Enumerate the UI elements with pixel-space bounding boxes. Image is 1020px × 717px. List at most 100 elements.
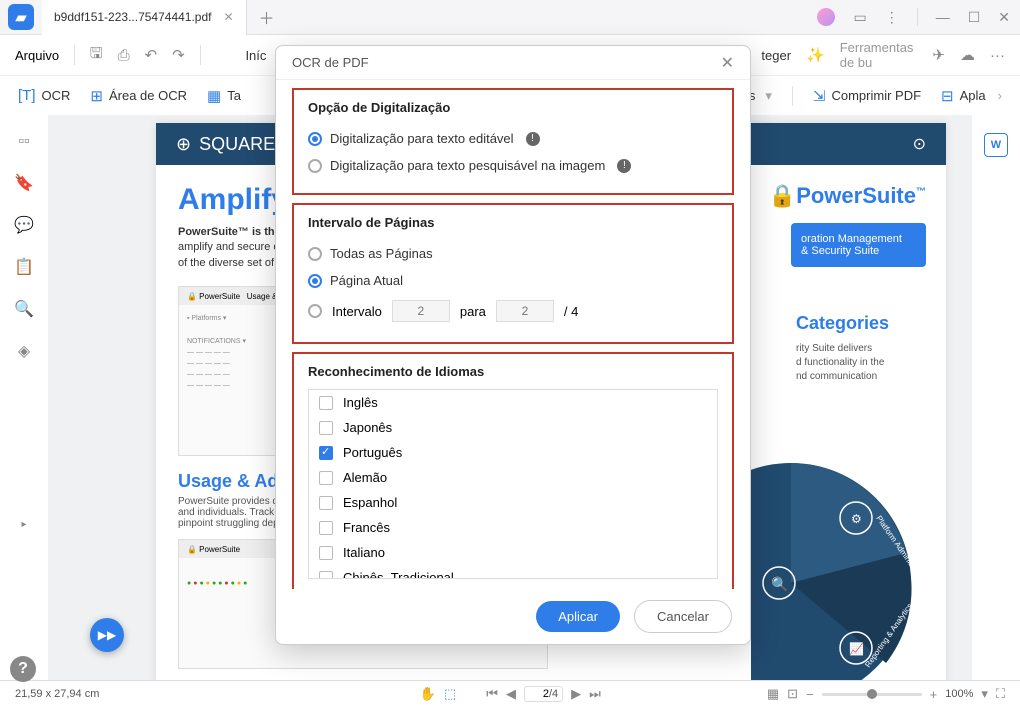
last-page-icon[interactable]: ⏭	[589, 686, 601, 702]
cloud-icon[interactable]: ☁	[960, 46, 975, 64]
zoom-out-icon[interactable]: −	[806, 687, 814, 702]
checkbox-icon	[319, 496, 333, 510]
all-pages-radio[interactable]: Todas as Páginas	[308, 240, 718, 267]
svg-text:📈: 📈	[849, 642, 864, 656]
scan-searchable-radio[interactable]: Digitalização para texto pesquisável na …	[308, 152, 718, 179]
radio-label: Página Atual	[330, 273, 403, 288]
hand-tool-icon[interactable]: ✋	[420, 686, 436, 702]
next-page-icon[interactable]: ▶	[571, 686, 581, 702]
first-page-icon[interactable]: ⏮	[486, 686, 498, 702]
undo-icon[interactable]: ↶	[145, 46, 158, 64]
redo-icon[interactable]: ↷	[172, 46, 185, 64]
compress-label: Comprimir PDF	[831, 88, 921, 103]
svg-text:⚙: ⚙	[851, 512, 862, 526]
language-item[interactable]: Inglês	[309, 390, 717, 415]
tab-ai-tools[interactable]: Ferramentas de bu	[840, 40, 918, 70]
minimize-icon[interactable]: —	[936, 9, 950, 25]
close-tab-icon[interactable]: ✕	[223, 10, 233, 24]
apla-button[interactable]: ⊟Apla›	[941, 87, 1002, 105]
ai-assistant-button[interactable]: ▶▶	[90, 618, 124, 652]
zoom-dropdown-icon[interactable]: ▾	[981, 686, 988, 702]
file-menu[interactable]: Arquivo	[15, 48, 59, 63]
expand-panel-icon[interactable]: ▸	[21, 519, 26, 530]
radio-icon	[308, 247, 322, 261]
print-icon[interactable]: ⎙	[118, 47, 130, 64]
fit-icon[interactable]: ⊡	[787, 686, 798, 702]
selected-language: Português	[308, 579, 718, 589]
view-mode-icon[interactable]: ▦	[767, 686, 779, 702]
select-tool-icon[interactable]: ⬚	[444, 686, 456, 702]
info-icon[interactable]: !	[617, 159, 631, 173]
layers-icon[interactable]: ◈	[18, 341, 30, 361]
chat-icon[interactable]: ▭	[853, 9, 866, 26]
bookmarks-icon[interactable]: 🔖	[14, 173, 34, 193]
kebab-menu-icon[interactable]: ⋮	[885, 9, 899, 26]
powersuite-label: 🔒PowerSuite™	[769, 183, 926, 209]
compress-button[interactable]: ⇲Comprimir PDF	[813, 87, 921, 105]
grid-icon: ▦	[207, 87, 221, 105]
page-total: /4	[549, 688, 558, 700]
language-item[interactable]: Chinês_Tradicional	[309, 565, 717, 579]
language-item[interactable]: Espanhol	[309, 490, 717, 515]
ta-button[interactable]: ▦Ta	[207, 87, 241, 105]
thumbnails-icon[interactable]: ▫▫	[18, 133, 29, 151]
language-label: Francês	[343, 520, 390, 535]
scan-editable-radio[interactable]: Digitalização para texto editável !	[308, 125, 718, 152]
language-list[interactable]: InglêsJaponêsPortuguêsAlemãoEspanhol Fran…	[308, 389, 718, 579]
badge: oration Management & Security Suite	[791, 223, 926, 267]
zoom-in-icon[interactable]: +	[930, 687, 938, 702]
page-number-field[interactable]: /4	[524, 686, 563, 702]
radio-icon	[308, 132, 322, 146]
scan-option-section: Opção de Digitalização Digitalização par…	[292, 88, 734, 195]
range-from-input[interactable]	[392, 300, 450, 322]
close-dialog-icon[interactable]: ✕	[721, 53, 734, 73]
save-icon[interactable]: 🖫	[90, 43, 103, 68]
search-icon[interactable]: 🔍	[14, 299, 34, 319]
info-icon[interactable]: !	[526, 132, 540, 146]
settings-icon[interactable]: ···	[990, 47, 1005, 64]
close-window-icon[interactable]: ✕	[998, 9, 1010, 26]
to-label: para	[460, 304, 486, 319]
zoom-slider[interactable]	[822, 693, 922, 696]
ocr-button[interactable]: [T]OCR	[18, 87, 70, 104]
divider	[792, 86, 793, 106]
new-tab-button[interactable]: ＋	[247, 5, 287, 29]
tab-title: b9ddf151-223...75474441.pdf	[54, 10, 211, 24]
tab-home[interactable]: Iníc	[245, 48, 266, 63]
help-icon[interactable]: ?	[10, 656, 36, 682]
categories-block: Categories rity Suite deliversd function…	[796, 313, 926, 384]
maximize-icon[interactable]: ☐	[968, 9, 981, 26]
sparkle-icon[interactable]: ✨	[806, 46, 825, 64]
document-tab[interactable]: b9ddf151-223...75474441.pdf ✕	[42, 0, 247, 35]
send-icon[interactable]: ✈	[932, 46, 945, 64]
apply-button[interactable]: Aplicar	[536, 601, 620, 632]
range-section-title: Intervalo de Páginas	[308, 215, 718, 230]
checkbox-icon	[319, 471, 333, 485]
language-item[interactable]: Japonês	[309, 415, 717, 440]
cancel-button[interactable]: Cancelar	[634, 600, 732, 633]
language-item[interactable]: Português	[309, 440, 717, 465]
checkbox-icon	[319, 396, 333, 410]
svg-text:🔍: 🔍	[771, 575, 788, 593]
radio-label: Todas as Páginas	[330, 246, 433, 261]
clipboard-icon[interactable]: 📋	[14, 257, 34, 277]
tab-protect[interactable]: teger	[761, 48, 791, 63]
avatar-icon[interactable]	[817, 8, 835, 26]
titlebar: ▰ b9ddf151-223...75474441.pdf ✕ ＋ ▭ ⋮ — …	[0, 0, 1020, 35]
range-to-input[interactable]	[496, 300, 554, 322]
language-item[interactable]: Francês	[309, 515, 717, 540]
prev-page-icon[interactable]: ◀	[506, 686, 516, 702]
language-item[interactable]: Italiano	[309, 540, 717, 565]
checkbox-icon	[319, 421, 333, 435]
word-export-icon[interactable]: W	[984, 133, 1008, 157]
comments-icon[interactable]: 💬	[14, 215, 34, 235]
current-page-radio[interactable]: Página Atual	[308, 267, 718, 294]
range-radio-row[interactable]: Intervalo para / 4	[308, 294, 718, 328]
divider	[200, 45, 201, 65]
ocr-area-button[interactable]: ⊞Área de OCR	[90, 87, 187, 105]
radio-label: Digitalização para texto pesquisável na …	[330, 158, 605, 173]
checkbox-icon	[319, 446, 333, 460]
language-item[interactable]: Alemão	[309, 465, 717, 490]
page-input[interactable]	[529, 688, 549, 700]
fullscreen-icon[interactable]: ⛶	[996, 686, 1005, 702]
